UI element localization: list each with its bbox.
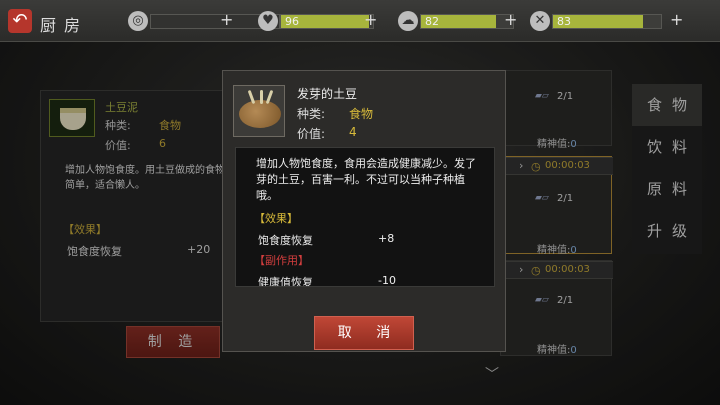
cancel-button[interactable]: 取 消 (314, 316, 414, 350)
item-value-label: 价值: (297, 127, 326, 141)
item-effect-header: 【效果】 (254, 212, 298, 225)
mind-track: 82 (420, 14, 514, 29)
item-effect-value: +8 (378, 232, 395, 245)
item-side-effect-name: 健康值恢复 (258, 276, 313, 287)
item-description: 增加人物饱食度，食用会造成健康减少。发了芽的土豆，百害一利。不过可以当种子种植哦… (256, 157, 476, 202)
heart-icon: ♥ (258, 11, 278, 31)
mind-value: 82 (425, 15, 439, 28)
item-effect-name: 饱食度恢复 (258, 234, 313, 247)
item-side-effect-header: 【副作用】 (254, 254, 309, 267)
sprouted-potato-thumbnail (233, 85, 285, 137)
health-plus-button[interactable]: + (364, 11, 377, 28)
utensils-icon: ✕ (530, 11, 550, 31)
money-plus-button[interactable]: + (220, 11, 233, 28)
sprout-mark (260, 90, 263, 104)
page-title: 厨房 (40, 16, 89, 35)
item-value: 4 (349, 125, 357, 139)
health-value: 96 (285, 15, 299, 28)
hunger-value: 83 (557, 15, 571, 28)
hunger-plus-button[interactable]: + (670, 11, 683, 28)
coin-icon: ◎ (128, 11, 148, 31)
health-track: 96 (280, 14, 374, 29)
mind-plus-button[interactable]: + (504, 11, 517, 28)
potato-icon (239, 100, 281, 128)
item-side-effect-value: -10 (378, 274, 396, 287)
item-kind-label: 种类: (297, 107, 326, 121)
top-bar: ↶ 厨房 ◎ 0 + ♥ 96 + ☁ 82 + ✕ 83 + (0, 0, 720, 42)
back-arrow-icon: ↶ (12, 10, 28, 31)
item-kind: 食物 (349, 107, 374, 121)
item-name: 发芽的土豆 (297, 87, 358, 101)
brain-icon: ☁ (398, 11, 418, 31)
hunger-track: 83 (552, 14, 662, 29)
item-description-box[interactable]: 增加人物饱食度，食用会造成健康减少。发了芽的土豆，百害一利。不过可以当种子种植哦… (235, 147, 495, 287)
back-button[interactable]: ↶ (8, 9, 32, 33)
item-detail-popup: 发芽的土豆 种类: 食物 价值: 4 增加人物饱食度，食用会造成健康减少。发了芽… (222, 70, 506, 352)
